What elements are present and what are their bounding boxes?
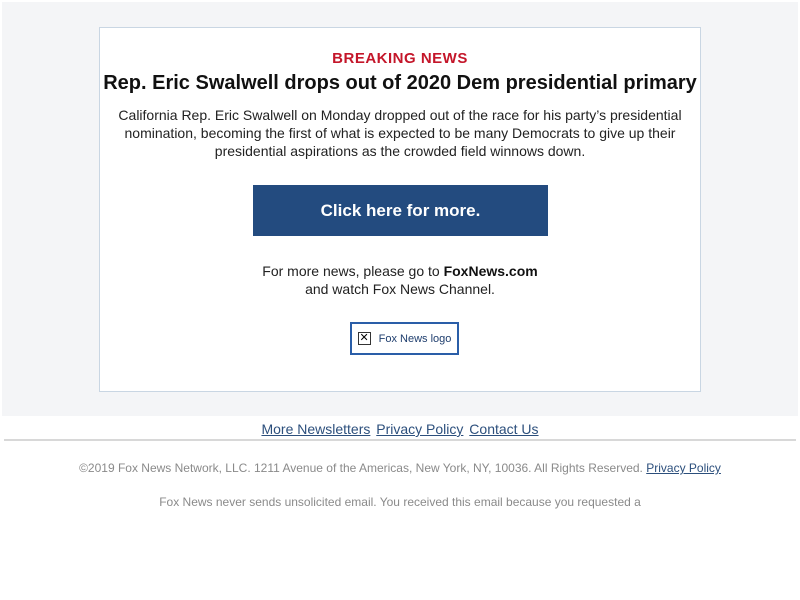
more-news-text: For more news, please go to FoxNews.com …	[100, 262, 700, 298]
footer-divider	[4, 439, 796, 441]
footer-links: More Newsletters Privacy Policy Contact …	[0, 421, 800, 437]
foxnews-link[interactable]: FoxNews.com	[444, 263, 538, 279]
article-summary: California Rep. Eric Swalwell on Monday …	[118, 107, 682, 159]
privacy-policy-link[interactable]: Privacy Policy	[376, 421, 463, 437]
copyright-privacy-link[interactable]: Privacy Policy	[646, 461, 721, 475]
broken-image-icon: ✕	[357, 332, 371, 345]
copyright-notice: ©2019 Fox News Network, LLC. 1211 Avenue…	[0, 461, 800, 475]
logo-alt-text: Fox News logo	[378, 332, 452, 345]
more-news-suffix: and watch Fox News Channel.	[305, 281, 495, 297]
breaking-news-card: BREAKING NEWS Rep. Eric Swalwell drops o…	[99, 27, 701, 392]
fox-news-logo[interactable]: ✕ Fox News logo	[350, 322, 459, 355]
more-news-prefix: For more news, please go to	[262, 263, 444, 279]
more-newsletters-link[interactable]: More Newsletters	[261, 421, 370, 437]
breaking-news-label: BREAKING NEWS	[332, 50, 468, 67]
click-for-more-button[interactable]: Click here for more.	[253, 185, 548, 236]
headline[interactable]: Rep. Eric Swalwell drops out of 2020 Dem…	[100, 72, 700, 95]
contact-us-link[interactable]: Contact Us	[469, 421, 538, 437]
email-page: BREAKING NEWS Rep. Eric Swalwell drops o…	[0, 0, 800, 600]
copyright-text: ©2019 Fox News Network, LLC. 1211 Avenue…	[79, 461, 643, 475]
email-disclaimer: Fox News never sends unsolicited email. …	[159, 495, 641, 509]
